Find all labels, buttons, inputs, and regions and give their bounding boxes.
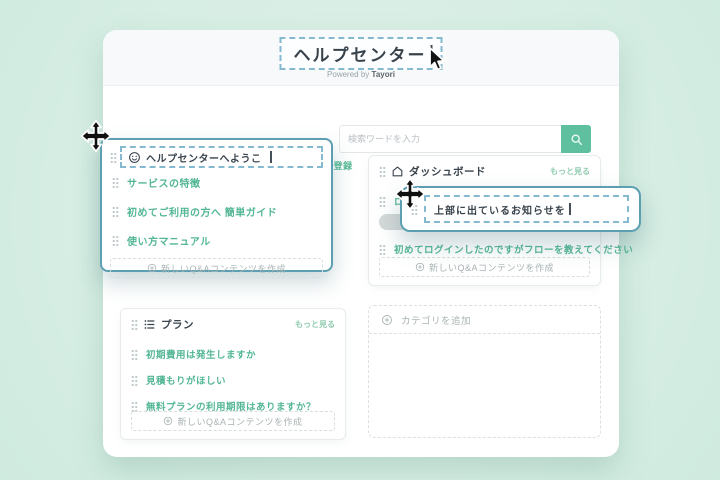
plus-circle-icon xyxy=(381,314,393,326)
plus-circle-icon xyxy=(163,416,173,426)
panel-header-band: ヘルプセンター Powered by Tayori xyxy=(103,30,619,86)
drag-handle-icon[interactable] xyxy=(411,204,418,215)
qa-item-row[interactable]: サービスの特徴 xyxy=(110,168,323,197)
category-header-row: ダッシュボード もっと見る xyxy=(379,164,590,179)
qa-item-link[interactable]: サービスの特徴 xyxy=(127,175,201,190)
see-more-link[interactable]: もっと見る xyxy=(550,166,590,177)
add-category-zone[interactable]: カテゴリを追加 xyxy=(368,305,601,438)
text-caret xyxy=(270,151,272,163)
qa-item-link[interactable]: 初めてご利用の方へ 簡単ガイド xyxy=(127,204,277,219)
qa-item-link[interactable]: 初期費用は発生しますか xyxy=(146,347,256,361)
category-header-row: ヘルプセンターへようこ xyxy=(110,146,323,168)
category-title: ダッシュボード xyxy=(409,164,486,179)
drag-handle-icon[interactable] xyxy=(110,152,117,163)
category-title: プラン xyxy=(161,317,194,332)
add-qa-content-button[interactable]: 新しいQ&Aコンテンツを作成 xyxy=(131,411,335,431)
category-card-welcome[interactable]: ヘルプセンターへようこ サービスの特徴 初めてご利用の方へ 簡単ガイド 使い方マ… xyxy=(100,138,333,272)
drag-handle-icon[interactable] xyxy=(379,166,386,177)
search-input[interactable] xyxy=(339,125,561,153)
brand-name: Tayori xyxy=(372,70,395,79)
add-qa-content-button[interactable]: 新しいQ&Aコンテンツを作成 xyxy=(379,257,590,277)
list-icon xyxy=(143,318,156,331)
drag-handle-icon[interactable] xyxy=(112,235,119,246)
category-header-row: プラン もっと見る xyxy=(131,317,335,332)
category-title: ヘルプセンターへようこ xyxy=(146,150,262,165)
plus-circle-icon xyxy=(147,263,157,273)
qa-item-link[interactable]: 見積もりがほしい xyxy=(146,373,226,387)
qa-item-row[interactable]: 初めてログインしたのですがフローを教えてください xyxy=(379,242,590,256)
category-title-editor[interactable]: ヘルプセンターへようこ xyxy=(120,146,323,168)
category-card-plan[interactable]: プラン もっと見る 初期費用は発生しますか 見積もりがほしい 無料プランの利用期… xyxy=(120,308,346,440)
dragged-item-text: 上部に出ているお知らせを xyxy=(434,202,566,217)
site-title-editor[interactable]: ヘルプセンター xyxy=(280,37,443,70)
add-category-header[interactable]: カテゴリを追加 xyxy=(369,306,600,334)
help-center-editor: { "header": { "title": "ヘルプセンター", "power… xyxy=(0,0,720,480)
search-button[interactable] xyxy=(561,125,591,153)
qa-item-row[interactable]: 見積もりがほしい xyxy=(131,373,335,387)
powered-by: Powered by Tayori xyxy=(103,70,619,79)
powered-by-prefix: Powered by xyxy=(327,70,369,79)
smiley-icon xyxy=(128,151,141,164)
qa-item-link[interactable]: 使い方マニュアル xyxy=(127,233,211,248)
see-more-link[interactable]: もっと見る xyxy=(295,319,335,330)
drag-handle-icon[interactable] xyxy=(379,244,386,255)
add-qa-content-label: 新しいQ&Aコンテンツを作成 xyxy=(177,415,302,428)
drag-handle-icon[interactable] xyxy=(131,319,138,330)
qa-item-row[interactable]: 初期費用は発生しますか xyxy=(131,347,335,361)
drag-handle-icon[interactable] xyxy=(379,196,386,207)
qa-item-link[interactable]: 初めてログインしたのですがフローを教えてください xyxy=(394,242,633,256)
qa-item-row[interactable]: 使い方マニュアル xyxy=(110,226,323,255)
add-qa-content-label: 新しいQ&Aコンテンツを作成 xyxy=(429,261,554,274)
drag-handle-icon[interactable] xyxy=(112,206,119,217)
page-title: ヘルプセンター xyxy=(294,41,427,66)
drag-handle-icon[interactable] xyxy=(131,401,138,412)
add-category-label: カテゴリを追加 xyxy=(401,313,471,327)
dragged-qa-item[interactable]: 上部に出ているお知らせを xyxy=(400,186,641,232)
text-caret xyxy=(569,203,571,215)
drag-handle-icon[interactable] xyxy=(112,177,119,188)
qa-item-editor[interactable]: 上部に出ているお知らせを xyxy=(424,195,629,223)
text-caret xyxy=(431,45,433,63)
home-icon xyxy=(391,165,404,178)
drag-handle-icon[interactable] xyxy=(131,349,138,360)
search-bar xyxy=(339,125,591,153)
drag-handle-icon[interactable] xyxy=(131,375,138,386)
search-icon xyxy=(570,133,583,146)
add-qa-content-button[interactable]: 新しいQ&Aコンテンツを作成 xyxy=(110,258,323,278)
add-qa-content-label: 新しいQ&Aコンテンツを作成 xyxy=(161,262,286,275)
plus-circle-icon xyxy=(415,262,425,272)
qa-item-row[interactable]: 初めてご利用の方へ 簡単ガイド xyxy=(110,197,323,226)
